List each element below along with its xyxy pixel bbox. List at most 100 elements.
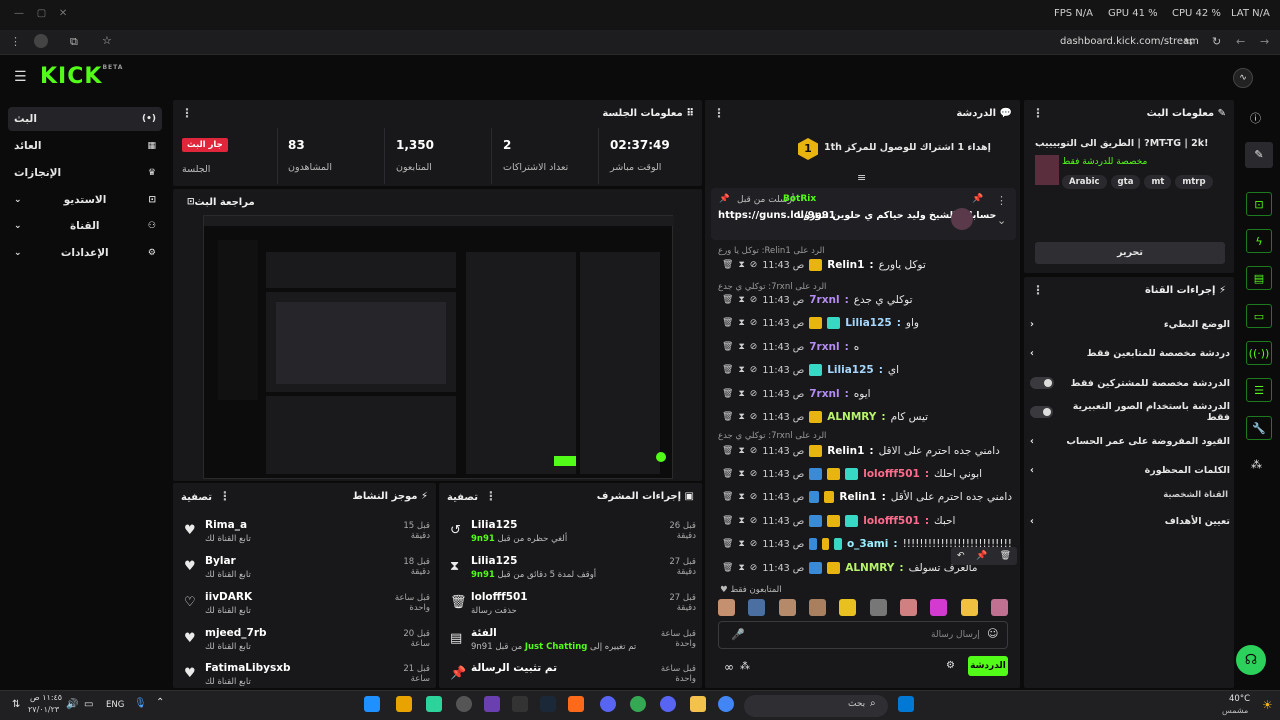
taskbar-app-icon[interactable] [456,696,472,712]
taskbar-search[interactable]: بحث ⌕ [744,695,888,717]
ban-icon[interactable]: ⊘ [750,563,758,573]
trash-icon[interactable]: 🗑 [722,412,733,422]
trash-icon[interactable]: 🗑 [1000,551,1011,561]
trash-icon[interactable]: 🗑 [722,295,733,305]
ban-icon[interactable]: ⊘ [750,516,758,526]
chat-username[interactable]: lolofff501 [863,468,920,480]
emotes-only-toggle[interactable] [1030,406,1054,418]
mic-icon[interactable]: 🎤 [731,628,745,641]
ban-icon[interactable]: ⊘ [750,260,758,270]
timeout-icon[interactable]: ⧗ [738,412,744,422]
hamburger-menu-icon[interactable]: ☰ [14,69,27,85]
taskbar-app-icon[interactable] [364,696,380,712]
ban-icon[interactable]: ⊘ [750,469,758,479]
timeout-icon[interactable]: ⧗ [738,295,744,305]
clipboard-icon[interactable]: ▤ [1246,266,1272,290]
more-options-icon[interactable]: ⋮ [181,106,193,120]
collapse-icon[interactable]: ≡ [857,171,866,184]
chrome-icon[interactable] [630,696,646,712]
edit-button[interactable]: تحرير [1035,242,1225,264]
ban-icon[interactable]: ⊘ [750,295,758,305]
emote[interactable] [960,599,978,616]
taskbar-app-icon[interactable] [512,696,528,712]
clock-date[interactable]: ٢٧/٠١/٢٣ [28,705,59,714]
trash-icon[interactable]: 🗑 [722,365,733,375]
chat-settings-icon[interactable]: ⁂ [740,661,750,672]
chevron-down-icon[interactable]: ⌄ [997,214,1006,227]
followers-only-row[interactable]: دردشة مخصصة للمتابعين فقط › [1030,341,1230,365]
user-avatar[interactable]: ∿ [1233,68,1253,88]
profile-avatar-icon[interactable] [34,34,48,48]
language-indicator[interactable]: ENG [106,700,124,710]
chat-username[interactable]: 7rxnl [809,294,839,306]
ban-icon[interactable]: ⊘ [750,412,758,422]
chat-username[interactable]: Relin1 [839,491,876,503]
layout-icon[interactable]: ☰ [1246,378,1272,402]
more-options-icon[interactable]: ⋮ [1032,283,1044,297]
trash-icon[interactable]: 🗑 [722,389,733,399]
timeout-icon[interactable]: ⧗ [738,469,744,479]
emoji-icon[interactable]: ☺ [987,627,998,640]
filter-button[interactable]: تصفية [447,492,478,503]
camera-icon[interactable]: ⊡ [1246,192,1272,216]
timeout-icon[interactable]: ⧗ [738,539,744,549]
sidebar-item-channel[interactable]: ⚇ القناة ⌄ [8,214,162,238]
trash-icon[interactable]: 🗑 [722,563,733,573]
chat-username[interactable]: Lilia125 [827,364,874,376]
timeout-icon[interactable]: ⧗ [738,260,744,270]
taskbar-app-icon[interactable] [540,696,556,712]
taskbar-app-icon[interactable] [396,696,412,712]
sidebar-item-studio[interactable]: ⊡ الاستديو ⌄ [8,188,162,212]
ban-icon[interactable]: ⊘ [750,365,758,375]
mod-name[interactable]: 9n91 [471,534,495,544]
emote[interactable] [990,599,1008,616]
ban-icon[interactable]: ⊘ [750,446,758,456]
chat-username[interactable]: Relin1 [827,259,864,271]
speaker-icon[interactable]: 🔊 [66,699,78,710]
more-options-icon[interactable]: ⋮ [219,489,231,503]
timeout-icon[interactable]: ⧗ [738,389,744,399]
tag[interactable]: mtrp [1175,175,1213,189]
ban-icon[interactable]: ⊘ [750,539,758,549]
emote[interactable] [748,599,766,616]
mic-icon[interactable]: 🎙 [134,698,147,709]
trash-icon[interactable]: 🗑 [722,260,733,270]
timeout-icon[interactable]: ⧗ [738,318,744,328]
subscribers-only-toggle[interactable] [1030,377,1054,389]
chat-bubble-icon[interactable]: ▭ [1246,304,1272,328]
filter-button[interactable]: تصفية [181,492,212,503]
bookmark-star-icon[interactable]: ☆ [102,34,112,47]
chat-username[interactable]: ALNMRY [827,411,876,423]
pinned-user[interactable]: BotRix [783,194,816,204]
broadcast-icon[interactable]: ((·)) [1246,341,1272,365]
trash-icon[interactable]: 🗑 [722,539,733,549]
weather-temp[interactable]: 40°C [1229,694,1250,704]
ban-icon[interactable]: ⊘ [750,318,758,328]
ban-icon[interactable]: ⊘ [750,492,758,502]
network-icon[interactable]: ⇅ [12,699,20,710]
set-goals-row[interactable]: تعيين الأهداف › [1030,509,1230,533]
reader-icon[interactable]: ⇆ [1184,35,1193,48]
chat-username[interactable]: 7rxnl [809,341,839,353]
back-icon[interactable]: ← [1236,35,1245,48]
kick-logo[interactable]: KICKBETA [40,64,123,89]
forward-icon[interactable]: → [1260,35,1269,48]
trash-icon[interactable]: 🗑 [722,342,733,352]
gear-icon[interactable]: ⚙ [946,660,955,671]
url-text[interactable]: dashboard.kick.com/stream [1060,36,1199,47]
timeout-icon[interactable]: ⧗ [738,342,744,352]
trash-icon[interactable]: 🗑 [722,446,733,456]
support-chat-icon[interactable]: ☊ [1236,645,1266,675]
banned-words-row[interactable]: الكلمات المحظورة › [1030,458,1230,482]
taskbar-app-icon[interactable] [426,696,442,712]
more-options-icon[interactable]: ⋮ [1032,106,1044,120]
slow-mode-row[interactable]: الوضع البطيء › [1030,312,1230,336]
infinity-icon[interactable]: ∞ [724,660,734,674]
extensions-icon[interactable]: ⧉ [70,35,78,49]
timeout-icon[interactable]: ⧗ [738,446,744,456]
timeout-icon[interactable]: ⧗ [738,563,744,573]
more-options-icon[interactable]: ⋮ [996,194,1007,207]
timeout-icon[interactable]: ⧗ [738,516,744,526]
apps-icon[interactable]: ⁂ [1251,458,1262,471]
taskbar-app-icon[interactable] [568,696,584,712]
